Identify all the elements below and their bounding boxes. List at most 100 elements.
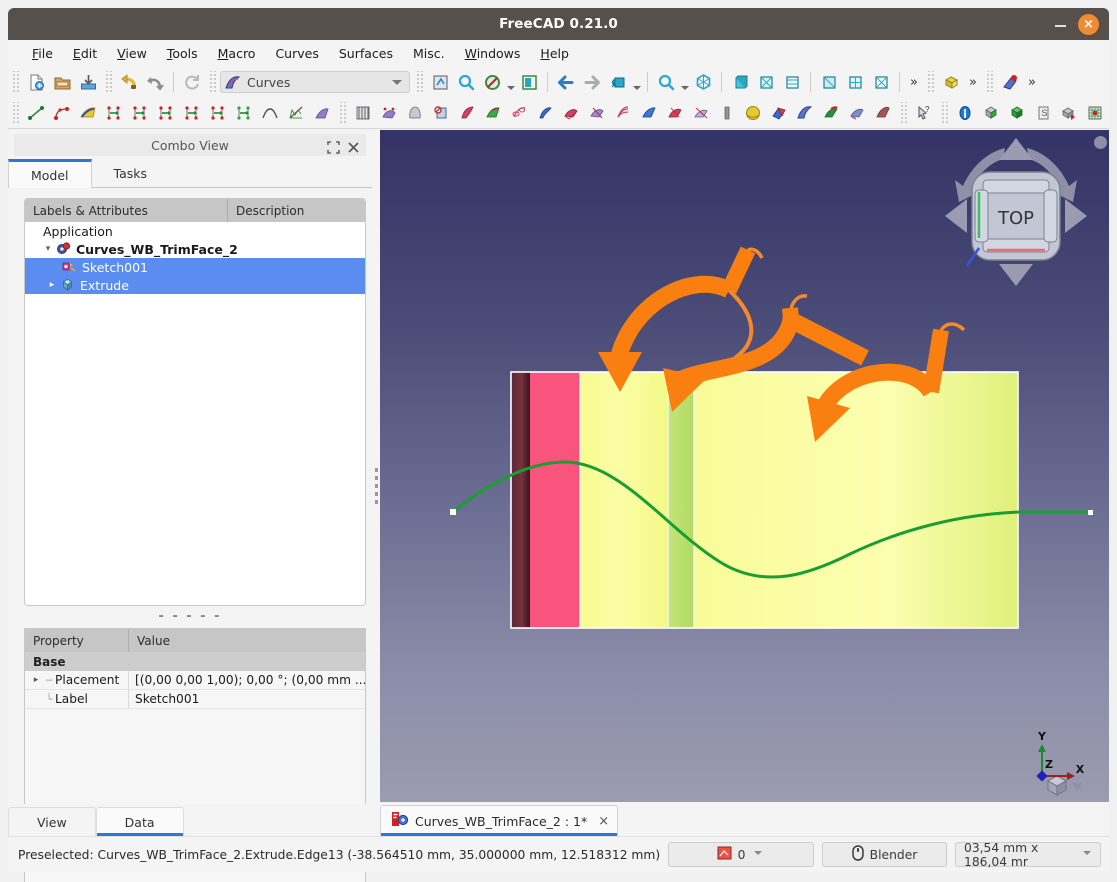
3d-viewport[interactable]: TOP Y X Z	[380, 130, 1109, 802]
mixed-curve-icon[interactable]	[766, 100, 792, 126]
toolbar-overflow-icon[interactable]: »	[964, 69, 982, 95]
chevron-down-icon[interactable]	[751, 851, 765, 858]
tree-row-document[interactable]: ▾ Curves_WB_TrimFace_2	[25, 240, 365, 258]
toolbar-overflow-icon[interactable]: »	[1023, 69, 1041, 95]
back-arrow-icon[interactable]	[553, 69, 579, 95]
menu-item-edit[interactable]: Edit	[63, 43, 107, 64]
tree-row-extrude[interactable]: ▸ Extrude	[25, 276, 365, 294]
solid-from-shell-icon[interactable]	[978, 100, 1004, 126]
toolbar-grip[interactable]	[415, 71, 424, 93]
menu-item-windows[interactable]: Windows	[455, 43, 531, 64]
toolbar-overflow-icon[interactable]: »	[905, 69, 923, 95]
join-curve-icon[interactable]	[127, 100, 153, 126]
fit-selection-icon[interactable]	[453, 69, 479, 95]
save-document-icon[interactable]	[75, 69, 101, 95]
minimize-button[interactable]	[1054, 17, 1068, 31]
selection-count-widget[interactable]: 0	[668, 842, 814, 867]
approximate-curve-icon[interactable]	[205, 100, 231, 126]
surface-extend-icon[interactable]	[584, 100, 610, 126]
isometric-view-icon[interactable]	[690, 69, 716, 95]
whats-this-icon[interactable]: ?	[911, 100, 937, 126]
grid-icon[interactable]	[1082, 100, 1108, 126]
menu-item-view[interactable]: View	[107, 43, 157, 64]
zoom-icon[interactable]	[653, 69, 679, 95]
bottom-view-icon[interactable]	[842, 69, 868, 95]
hq-ruled-surface-icon[interactable]	[610, 100, 636, 126]
toolbar-overflow-icon[interactable]: »	[1108, 100, 1109, 126]
menu-item-help[interactable]: Help	[530, 43, 579, 64]
toolbar-grip[interactable]	[338, 102, 347, 124]
chevron-down-icon[interactable]	[1081, 851, 1092, 858]
box-selection-icon[interactable]	[516, 69, 542, 95]
menu-item-file[interactable]: File	[22, 43, 63, 64]
chevron-down-icon[interactable]	[387, 72, 407, 92]
macro-record-icon[interactable]	[997, 69, 1023, 95]
sphere-icon[interactable]	[740, 100, 766, 126]
pipeshell-icon[interactable]	[506, 100, 532, 126]
zoom-dropdown-icon[interactable]	[679, 69, 690, 95]
forward-arrow-icon[interactable]	[579, 69, 605, 95]
tab-model[interactable]: Model	[8, 159, 92, 188]
float-panel-icon[interactable]	[327, 139, 340, 154]
toolbar-grip[interactable]	[940, 102, 949, 124]
undo-icon[interactable]	[116, 69, 142, 95]
draw-style-dropdown-icon[interactable]	[505, 69, 516, 95]
menu-item-macro[interactable]: Macro	[208, 43, 266, 64]
open-document-icon[interactable]	[49, 69, 75, 95]
new-document-icon[interactable]	[23, 69, 49, 95]
workbench-selector[interactable]: Curves	[220, 71, 410, 93]
segment-surface-icon[interactable]	[558, 100, 584, 126]
fit-all-icon[interactable]	[427, 69, 453, 95]
green-cube-icon[interactable]	[1004, 100, 1030, 126]
property-value[interactable]: [(0,00 0,00 1,00); 0,00 °; (0,00 mm ...	[129, 671, 365, 690]
profile-support-icon[interactable]	[402, 100, 428, 126]
discretize-curve-icon[interactable]	[179, 100, 205, 126]
toolbar-grip[interactable]	[926, 71, 935, 93]
zebra-tool-icon[interactable]	[309, 100, 335, 126]
surface-icon[interactable]	[844, 100, 870, 126]
trim-face-icon[interactable]	[428, 100, 454, 126]
curve-on-surface-icon[interactable]	[636, 100, 662, 126]
menu-item-curves[interactable]: Curves	[265, 43, 328, 64]
flatten-face-icon[interactable]	[454, 100, 480, 126]
close-button[interactable]: ×	[1078, 13, 1099, 35]
top-view-icon[interactable]	[753, 69, 779, 95]
axonometric-view-icon[interactable]	[605, 69, 631, 95]
sublink-icon[interactable]	[480, 100, 506, 126]
panel-splitter-handle[interactable]: - - - - -	[8, 608, 372, 624]
isocurve-icon[interactable]	[350, 100, 376, 126]
toolbar-grip[interactable]	[985, 71, 994, 93]
tab-data[interactable]: Data	[95, 807, 184, 836]
surface-gordon-icon[interactable]	[376, 100, 402, 126]
export-icon[interactable]	[1056, 100, 1082, 126]
property-row-label[interactable]: └ Label Sketch001	[25, 690, 365, 709]
toolbar-grip[interactable]	[11, 102, 20, 124]
dimension-widget[interactable]: 03,54 mm x 186,04 mr	[955, 841, 1101, 869]
property-value[interactable]: Sketch001	[129, 690, 365, 709]
toolbar-grip[interactable]	[104, 71, 113, 93]
tree-row-application[interactable]: Application	[25, 222, 365, 240]
profile-icon[interactable]	[818, 100, 844, 126]
toolbar-grip[interactable]	[11, 71, 20, 93]
curve-extend-icon[interactable]	[101, 100, 127, 126]
document-tab[interactable]: Curves_WB_TrimFace_2 : 1* ×	[380, 805, 619, 836]
splitter-grip[interactable]	[374, 468, 378, 504]
rear-view-icon[interactable]	[816, 69, 842, 95]
left-view-icon[interactable]	[868, 69, 894, 95]
axonometric-dropdown-icon[interactable]	[631, 69, 642, 95]
chevron-right-icon[interactable]: ▸	[29, 675, 43, 685]
multi-loft-icon[interactable]	[662, 100, 688, 126]
paste-curve-icon[interactable]	[688, 100, 714, 126]
menu-item-tools[interactable]: Tools	[157, 43, 208, 64]
tree-row-sketch001[interactable]: Sketch001	[25, 258, 365, 276]
discretize-icon[interactable]	[870, 100, 896, 126]
menu-item-surfaces[interactable]: Surfaces	[329, 43, 403, 64]
chevron-down-icon[interactable]: ▾	[41, 244, 55, 254]
sweep2rails-icon[interactable]	[532, 100, 558, 126]
redo-icon[interactable]	[142, 69, 168, 95]
clipboard-icon[interactable]: S	[1030, 100, 1056, 126]
vertical-splitter[interactable]	[372, 130, 380, 842]
toolbar-grip[interactable]	[208, 71, 217, 93]
split-curve-icon[interactable]	[153, 100, 179, 126]
comb-plot-icon[interactable]	[283, 100, 309, 126]
